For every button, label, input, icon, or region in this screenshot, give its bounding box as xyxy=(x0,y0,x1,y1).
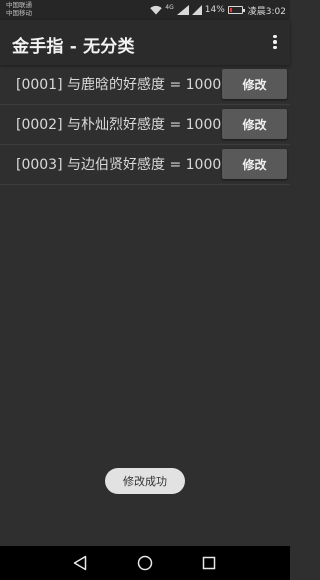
cheat-list: [0001] 与鹿晗的好感度 = 1000 修改 [0002] 与朴灿烈好感度 … xyxy=(0,65,290,185)
back-triangle-icon[interactable] xyxy=(69,552,91,574)
status-bar: 中国联通 中国移动 4G 14% 凌晨3:02 xyxy=(0,0,290,20)
app-bar: 金手指 - 无分类 xyxy=(0,20,290,65)
edit-button[interactable]: 修改 xyxy=(222,109,287,139)
wifi-icon xyxy=(150,5,162,15)
list-item: [0002] 与朴灿烈好感度 = 1000 修改 xyxy=(0,105,290,145)
carrier-2-label: 中国移动 xyxy=(6,9,32,17)
battery-percent: 14% xyxy=(204,5,225,15)
more-vert-icon[interactable] xyxy=(268,32,282,52)
signal-2-icon xyxy=(191,5,202,15)
navigation-bar xyxy=(0,546,290,580)
list-item: [0001] 与鹿晗的好感度 = 1000 修改 xyxy=(0,65,290,105)
edit-button[interactable]: 修改 xyxy=(222,149,287,179)
battery-icon xyxy=(227,6,245,14)
status-time: 凌晨3:02 xyxy=(247,6,286,17)
carrier-1-label: 中国联通 xyxy=(6,1,32,9)
toast-message: 修改成功 xyxy=(105,468,185,494)
list-item: [0003] 与边伯贤好感度 = 1000 修改 xyxy=(0,145,290,185)
recents-square-icon[interactable] xyxy=(198,552,220,574)
cheat-label: [0003] 与边伯贤好感度 = 1000 xyxy=(16,157,222,173)
battery-level xyxy=(229,8,232,12)
carrier-info: 中国联通 中国移动 xyxy=(6,1,32,17)
edit-button[interactable]: 修改 xyxy=(222,69,287,99)
home-circle-icon[interactable] xyxy=(134,552,156,574)
signal-icon xyxy=(176,5,189,15)
network-type-label: 4G xyxy=(165,4,174,11)
page-title: 金手指 - 无分类 xyxy=(12,37,135,57)
cheat-label: [0001] 与鹿晗的好感度 = 1000 xyxy=(16,77,222,93)
cheat-label: [0002] 与朴灿烈好感度 = 1000 xyxy=(16,117,222,133)
status-indicators: 4G 14% 凌晨3:02 xyxy=(150,3,286,17)
